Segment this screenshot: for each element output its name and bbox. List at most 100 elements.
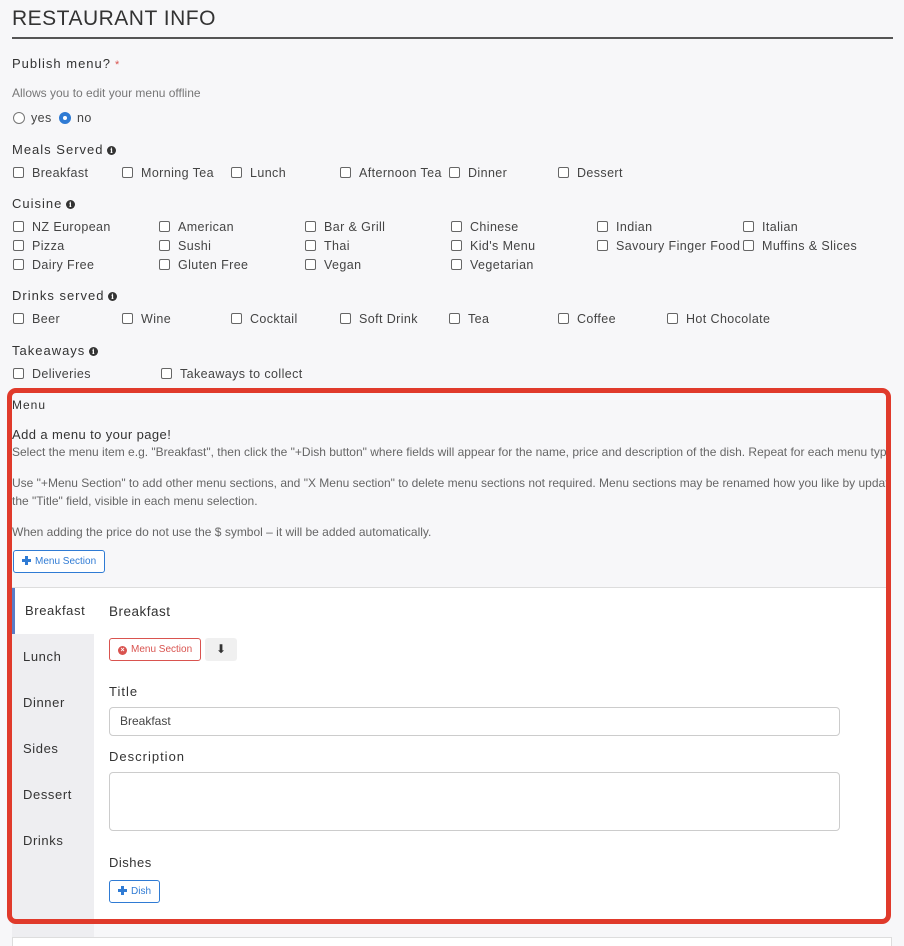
checkbox-box[interactable]	[451, 240, 462, 251]
checkbox-label: Breakfast	[32, 166, 89, 180]
checkbox-meal-dinner[interactable]: Dinner	[449, 165, 507, 181]
cuisine-label: Cuisine i	[12, 196, 76, 211]
checkbox-box[interactable]	[558, 167, 569, 178]
checkbox-meal-morning-tea[interactable]: Morning Tea	[122, 165, 214, 181]
checkbox-box[interactable]	[743, 221, 754, 232]
checkbox-cuisine[interactable]: Muffins & Slices	[743, 238, 857, 254]
checkbox-box[interactable]	[597, 221, 608, 232]
checkbox-drink[interactable]: Coffee	[558, 311, 616, 327]
checkbox-takeaway-collect[interactable]: Takeaways to collect	[161, 366, 303, 382]
radio-yes[interactable]: yes	[13, 110, 52, 126]
checkbox-label: Indian	[616, 220, 653, 234]
checkbox-box[interactable]	[13, 313, 24, 324]
checkbox-box[interactable]	[161, 368, 172, 379]
checkbox-meal-lunch[interactable]: Lunch	[231, 165, 286, 181]
checkbox-label: Vegan	[324, 258, 362, 272]
checkbox-label: Hot Chocolate	[686, 312, 771, 326]
checkbox-label: Muffins & Slices	[762, 239, 858, 253]
checkbox-meal-afternoon-tea[interactable]: Afternoon Tea	[340, 165, 442, 181]
radio-yes-circle[interactable]	[13, 112, 25, 124]
checkbox-label: Dessert	[577, 166, 623, 180]
checkbox-drink[interactable]: Wine	[122, 311, 171, 327]
highlight-box	[7, 388, 891, 924]
checkbox-label: Cocktail	[250, 312, 298, 326]
checkbox-cuisine[interactable]: Italian	[743, 219, 798, 235]
checkbox-cuisine[interactable]: American	[159, 219, 234, 235]
checkbox-cuisine[interactable]: Vegan	[305, 257, 361, 273]
checkbox-meal-breakfast[interactable]: Breakfast	[13, 165, 88, 181]
checkbox-label: Dinner	[468, 166, 508, 180]
checkbox-box[interactable]	[449, 313, 460, 324]
checkbox-box[interactable]	[231, 313, 242, 324]
checkbox-label: Dairy Free	[32, 258, 95, 272]
checkbox-drink[interactable]: Tea	[449, 311, 489, 327]
checkbox-box[interactable]	[13, 259, 24, 270]
publish-label: Publish menu? *	[12, 56, 120, 71]
page-title: RESTAURANT INFO	[12, 7, 216, 30]
checkbox-drink[interactable]: Cocktail	[231, 311, 298, 327]
info-icon: i	[89, 347, 99, 356]
checkbox-cuisine[interactable]: Savoury Finger Food	[597, 238, 740, 254]
checkbox-drink[interactable]: Hot Chocolate	[667, 311, 770, 327]
cuisine-label-text: Cuisine	[12, 196, 63, 211]
title-divider	[12, 37, 893, 39]
checkbox-label: Kid's Menu	[470, 239, 536, 253]
publish-label-text: Publish menu?	[12, 56, 111, 71]
checkbox-box[interactable]	[305, 259, 316, 270]
checkbox-label: Gluten Free	[178, 258, 249, 272]
checkbox-box[interactable]	[597, 240, 608, 251]
checkbox-drink[interactable]: Soft Drink	[340, 311, 418, 327]
radio-no[interactable]: no	[59, 110, 92, 126]
checkbox-box[interactable]	[743, 240, 754, 251]
checkbox-box[interactable]	[449, 167, 460, 178]
checkbox-cuisine[interactable]: Kid's Menu	[451, 238, 535, 254]
checkbox-cuisine[interactable]: Dairy Free	[13, 257, 94, 273]
checkbox-box[interactable]	[558, 313, 569, 324]
checkbox-meal-dessert[interactable]: Dessert	[558, 165, 623, 181]
checkbox-cuisine[interactable]: Vegetarian	[451, 257, 534, 273]
checkbox-label: Thai	[324, 239, 350, 253]
checkbox-label: Wine	[141, 312, 172, 326]
checkbox-cuisine[interactable]: Pizza	[13, 238, 65, 254]
radio-no-label: no	[77, 111, 92, 125]
checkbox-box[interactable]	[159, 240, 170, 251]
meals-label: Meals Served i	[12, 142, 117, 157]
checkbox-box[interactable]	[13, 240, 24, 251]
checkbox-box[interactable]	[159, 259, 170, 270]
checkbox-cuisine[interactable]: Sushi	[159, 238, 211, 254]
checkbox-box[interactable]	[451, 259, 462, 270]
checkbox-box[interactable]	[159, 221, 170, 232]
checkbox-cuisine[interactable]: NZ European	[13, 219, 111, 235]
checkbox-box[interactable]	[13, 221, 24, 232]
checkbox-cuisine[interactable]: Bar & Grill	[305, 219, 385, 235]
radio-no-circle[interactable]	[59, 112, 71, 124]
checkbox-box[interactable]	[231, 167, 242, 178]
checkbox-label: Deliveries	[32, 367, 91, 381]
checkbox-box[interactable]	[13, 368, 24, 379]
takeaways-label: Takeaways i	[12, 343, 99, 358]
checkbox-box[interactable]	[305, 240, 316, 251]
checkbox-cuisine[interactable]: Gluten Free	[159, 257, 248, 273]
checkbox-box[interactable]	[340, 167, 351, 178]
checkbox-cuisine[interactable]: Thai	[305, 238, 350, 254]
checkbox-box[interactable]	[451, 221, 462, 232]
checkbox-label: American	[178, 220, 234, 234]
checkbox-box[interactable]	[13, 167, 24, 178]
checkbox-drink[interactable]: Beer	[13, 311, 60, 327]
checkbox-box[interactable]	[667, 313, 678, 324]
checkbox-box[interactable]	[340, 313, 351, 324]
checkbox-takeaway-deliveries[interactable]: Deliveries	[13, 366, 91, 382]
checkbox-cuisine[interactable]: Chinese	[451, 219, 519, 235]
radio-yes-label: yes	[31, 111, 52, 125]
drinks-label-text: Drinks served	[12, 288, 105, 303]
checkbox-label: Beer	[32, 312, 61, 326]
checkbox-box[interactable]	[122, 313, 133, 324]
checkbox-box[interactable]	[305, 221, 316, 232]
checkbox-box[interactable]	[122, 167, 133, 178]
checkbox-label: Vegetarian	[470, 258, 534, 272]
checkbox-cuisine[interactable]: Indian	[597, 219, 652, 235]
checkbox-label: Coffee	[577, 312, 617, 326]
checkbox-label: Pizza	[32, 239, 65, 253]
checkbox-label: Sushi	[178, 239, 212, 253]
checkbox-label: Tea	[468, 312, 490, 326]
